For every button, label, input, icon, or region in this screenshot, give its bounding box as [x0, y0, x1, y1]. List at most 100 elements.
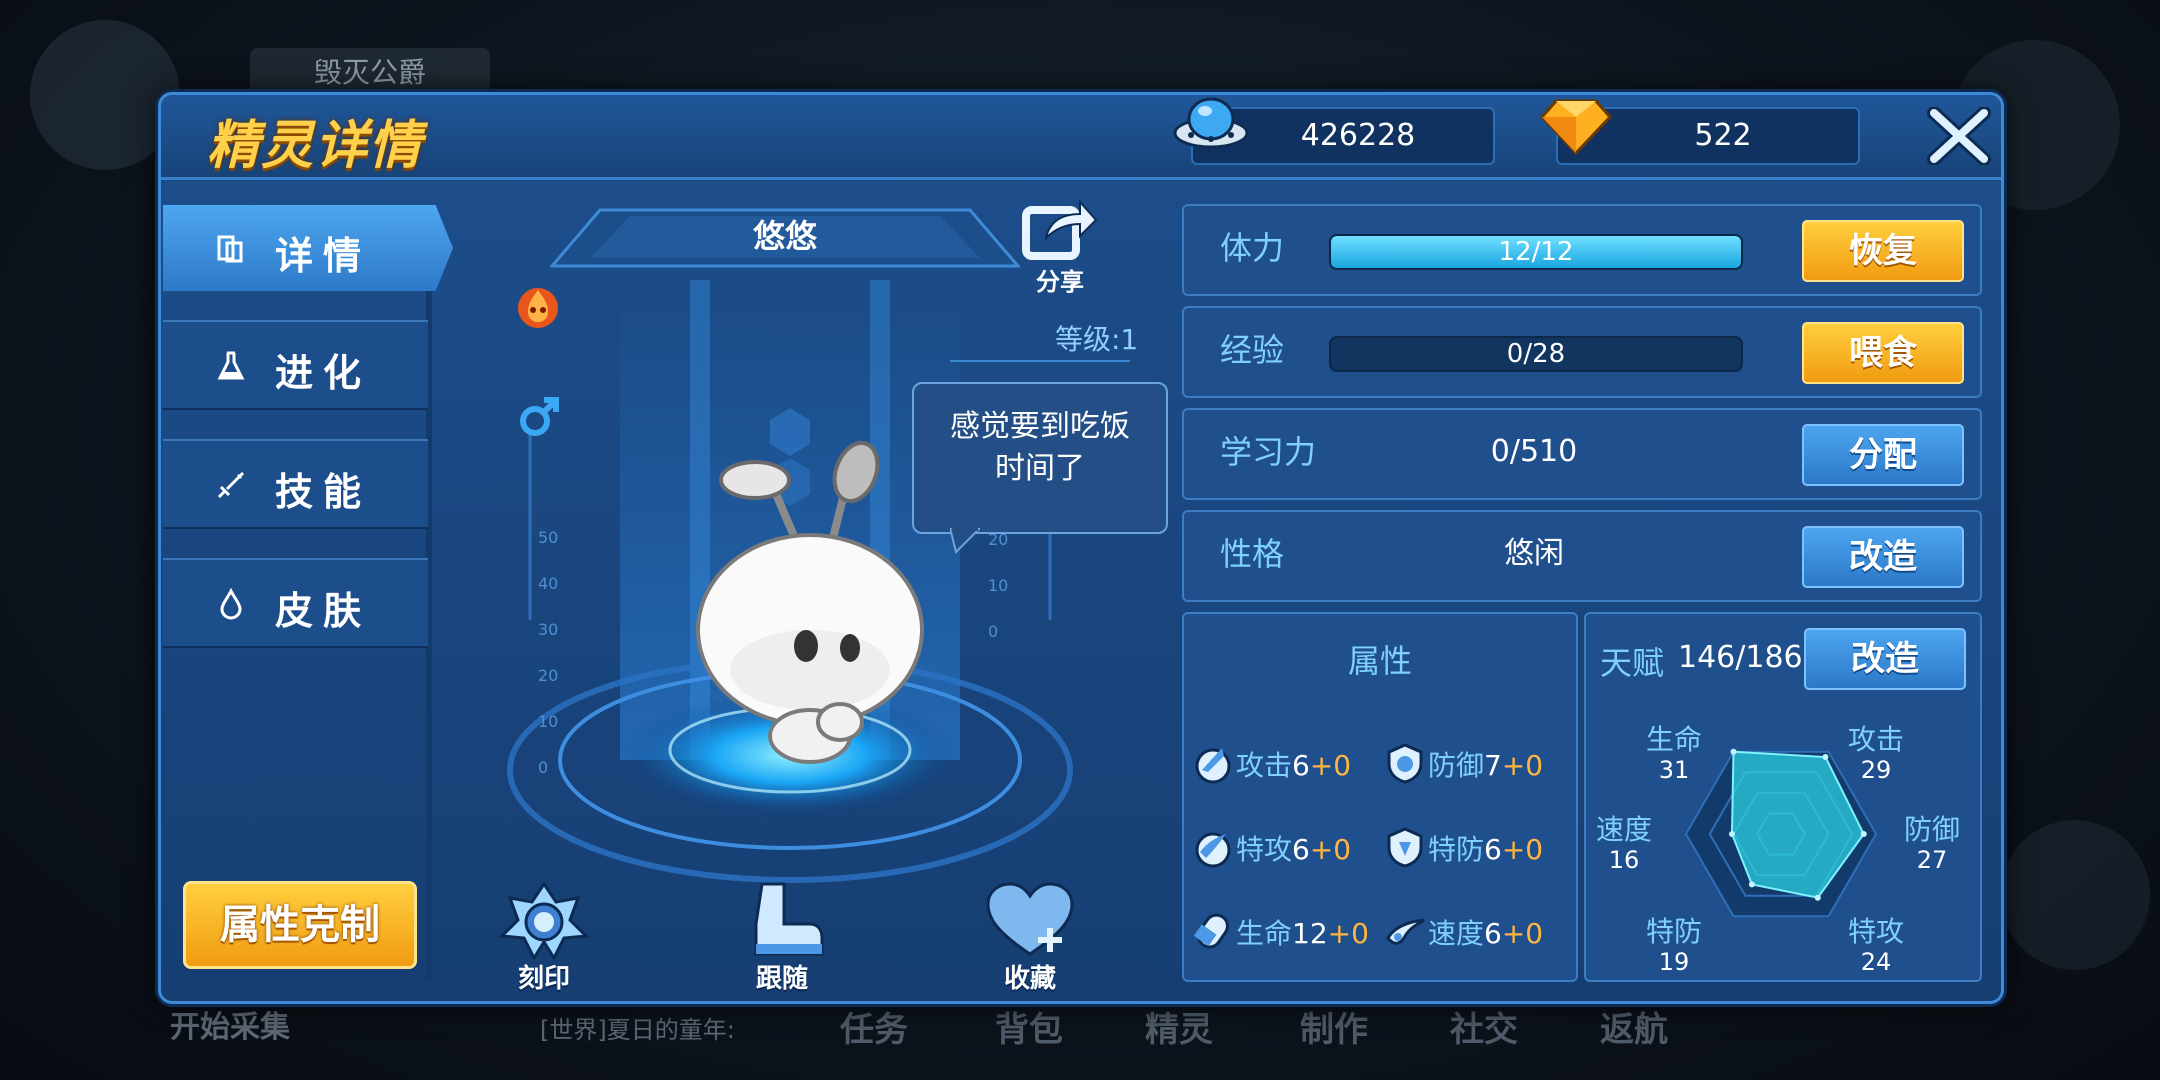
- speech-line: 时间了: [995, 451, 1085, 486]
- bg-decoration: [2000, 820, 2150, 970]
- radar-label-defense: 防御 27: [1904, 808, 1960, 872]
- talent-value: 146/186: [1678, 640, 1803, 675]
- close-button[interactable]: [1926, 107, 1992, 165]
- bg-nav-bag: 背包: [995, 1010, 1063, 1050]
- follow-button[interactable]: 跟随: [732, 880, 832, 994]
- gauge-tick: 20: [988, 530, 1009, 549]
- attr-plus: +0: [1501, 749, 1544, 782]
- sword-icon: [215, 469, 247, 501]
- gauge-tick: 50: [538, 528, 559, 547]
- radar-axis-value: 29: [1860, 756, 1892, 784]
- book-icon: [215, 233, 247, 265]
- ufo-coin-icon: [1173, 97, 1249, 149]
- attr-name: 生命: [1236, 917, 1293, 950]
- radar-point: [1814, 894, 1821, 901]
- heart-icon: [986, 882, 1074, 956]
- gauge-tick: 10: [988, 576, 1009, 595]
- stamina-value: 12/12: [1498, 237, 1574, 267]
- tab-skills[interactable]: 技能: [163, 439, 428, 529]
- radar-axis-name: 特防: [1646, 915, 1703, 948]
- gauge-tick: 0: [538, 758, 549, 777]
- tab-label: 技能: [275, 470, 372, 514]
- attributes-title: 属性: [1347, 642, 1412, 680]
- bg-nav-social: 社交: [1450, 1010, 1518, 1050]
- speed-icon: [1386, 918, 1425, 945]
- attr-name: 攻击: [1236, 749, 1293, 782]
- radar-axis-value: 16: [1608, 846, 1640, 874]
- radar-axis-name: 特攻: [1848, 915, 1905, 948]
- tab-label: 进化: [275, 351, 372, 395]
- attr-plus: +0: [1309, 749, 1352, 782]
- tab-details[interactable]: 详情: [163, 205, 453, 291]
- share-button[interactable]: 分享: [1020, 192, 1100, 296]
- gauge-left: 50 40 30 20 10 0: [538, 528, 578, 804]
- share-label: 分享: [1036, 268, 1084, 296]
- attr-plus: +0: [1309, 833, 1352, 866]
- sp-attack-icon: [1195, 832, 1231, 868]
- boot-icon: [754, 882, 824, 956]
- bg-nav-return: 返航: [1600, 1010, 1668, 1050]
- seal-icon: [498, 881, 590, 962]
- exp-bar: 0/28: [1329, 336, 1743, 372]
- favorite-button[interactable]: 收藏: [980, 880, 1080, 994]
- pet-name: 悠悠: [752, 217, 817, 255]
- speech-tail: [950, 528, 980, 554]
- panel-title: 精灵详情: [207, 116, 424, 176]
- bg-player-name: 毁灭公爵: [250, 48, 490, 98]
- nature-label: 性格: [1220, 535, 1285, 573]
- stamina-row: 体力 12/12 恢复: [1182, 204, 1982, 296]
- tab-evolve[interactable]: 进化: [163, 320, 428, 410]
- tab-label: 皮肤: [275, 589, 372, 633]
- attr-value: 6: [1292, 833, 1310, 866]
- modify-nature-button[interactable]: 改造: [1802, 526, 1964, 588]
- gauge-right: 20 10 0: [988, 530, 1028, 668]
- attr-value: 6: [1484, 917, 1502, 950]
- pet-level: 等级:1: [1055, 323, 1139, 356]
- radar-point: [1860, 831, 1867, 837]
- radar-label-hp: 生命 31: [1646, 718, 1702, 782]
- gauge-tick: 0: [988, 622, 999, 641]
- tab-list: 详情 进化 技能 皮肤: [163, 205, 453, 677]
- flask-icon: [215, 350, 247, 382]
- radar-axis-name: 速度: [1596, 813, 1653, 846]
- tab-label: 详情: [275, 234, 372, 278]
- panel-header: 精灵详情 426228 522: [161, 95, 2001, 180]
- type-counter-button[interactable]: 属性克制: [183, 881, 417, 969]
- radar-axis-value: 24: [1860, 948, 1892, 976]
- radar-axis-value: 27: [1916, 846, 1948, 874]
- feed-button[interactable]: 喂食: [1802, 322, 1964, 384]
- sp-defense-icon: [1387, 827, 1423, 868]
- exp-value: 0/28: [1506, 339, 1566, 369]
- action-label: 跟随: [755, 964, 808, 994]
- allocate-button[interactable]: 分配: [1802, 424, 1964, 486]
- seal-button[interactable]: 刻印: [494, 880, 594, 994]
- radar-axis-value: 31: [1658, 756, 1690, 784]
- gauge-tick: 30: [538, 620, 559, 639]
- attr-value: 7: [1484, 749, 1502, 782]
- attributes-panel: 属性 攻击6+0 防御7+0 特攻6+0 特防6+0 生命12+0 速度6+0: [1182, 612, 1578, 982]
- exp-label: 经验: [1220, 331, 1285, 369]
- attr-value: 6: [1292, 749, 1310, 782]
- speech-line: 感觉要到吃饭: [950, 409, 1130, 444]
- bg-nav-craft: 制作: [1300, 1010, 1368, 1050]
- radar-point: [1728, 831, 1735, 837]
- talent-label: 天赋: [1600, 644, 1665, 682]
- restore-button[interactable]: 恢复: [1802, 220, 1964, 282]
- radar-label-sp-defense: 特防 19: [1646, 910, 1702, 974]
- radar-axis-name: 攻击: [1848, 723, 1905, 756]
- diamond-icon: [1539, 99, 1613, 156]
- attr-name: 速度: [1428, 917, 1485, 950]
- bg-nav-pet: 精灵: [1145, 1010, 1213, 1050]
- attr-plus: +0: [1501, 833, 1544, 866]
- modify-talent-button[interactable]: 改造: [1804, 628, 1966, 690]
- attr-name: 防御: [1428, 749, 1485, 782]
- close-icon: [1927, 107, 1991, 165]
- radar-label-attack: 攻击 29: [1848, 718, 1904, 782]
- radar-axis-value: 19: [1658, 948, 1690, 976]
- attr-value: 6: [1484, 833, 1502, 866]
- speech-bubble: 感觉要到吃饭 时间了: [912, 382, 1168, 534]
- defense-icon: [1387, 743, 1423, 784]
- tab-skins[interactable]: 皮肤: [163, 558, 428, 648]
- radar-label-sp-attack: 特攻 24: [1848, 910, 1904, 974]
- action-label: 刻印: [517, 964, 570, 994]
